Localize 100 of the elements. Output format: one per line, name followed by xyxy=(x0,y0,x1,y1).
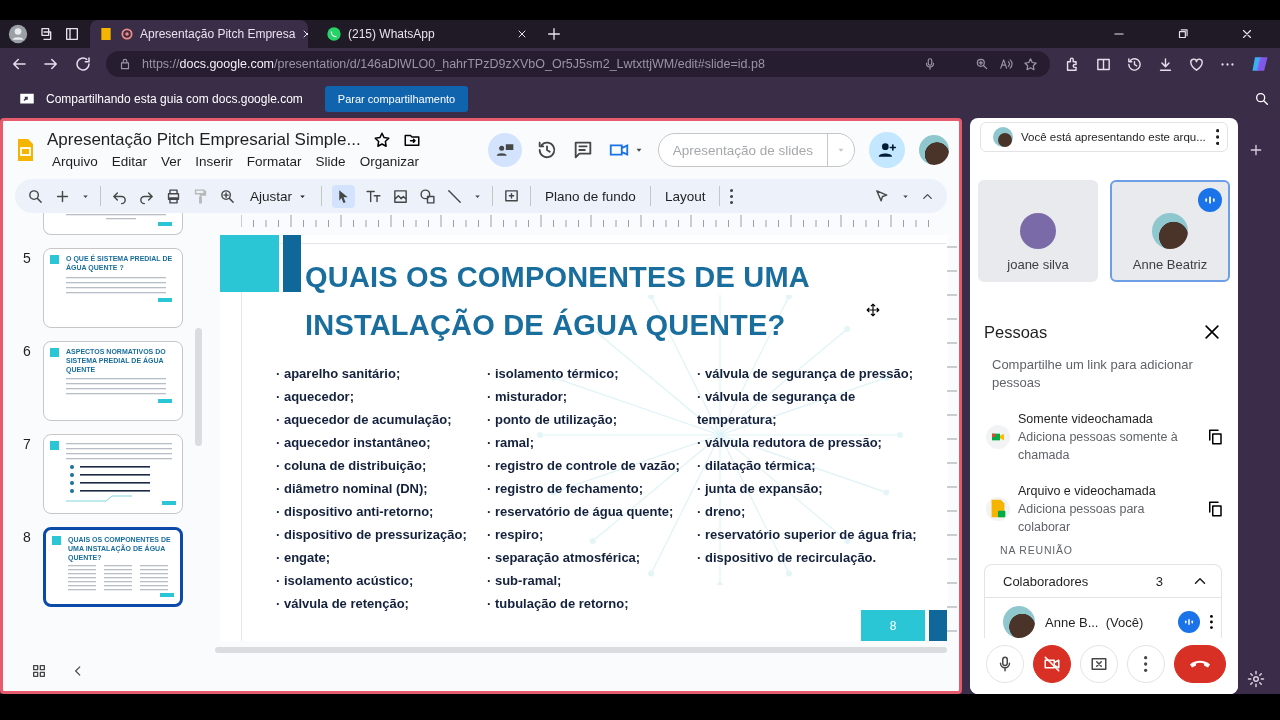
new-tab-icon[interactable] xyxy=(546,26,562,42)
list-item: · aparelho sanitário; xyxy=(276,365,402,383)
heart-icon[interactable] xyxy=(1188,55,1205,73)
option-title: Arquivo e videochamada xyxy=(1018,483,1157,500)
document-title[interactable]: Apresentação Pitch Empresarial Simple... xyxy=(47,130,361,150)
add-people-button[interactable] xyxy=(869,132,905,168)
list-item: · dispositivo de pressurização; xyxy=(276,526,468,544)
recording-icon xyxy=(120,27,134,41)
zoom-icon[interactable] xyxy=(975,57,989,71)
menu-item[interactable]: Slide xyxy=(310,153,351,170)
scrollbar[interactable] xyxy=(195,328,202,446)
menu-item[interactable]: Editar xyxy=(106,153,153,170)
grid-view-icon[interactable] xyxy=(31,663,47,679)
list-item: · sub-ramal; xyxy=(487,572,563,590)
share-hint: Compartilhe um link para adicionar pessoas xyxy=(992,356,1194,392)
panel-title: Pessoas xyxy=(984,322,1048,342)
search-icon[interactable] xyxy=(27,187,44,205)
meet-collaborate-button[interactable] xyxy=(487,133,522,167)
print-icon[interactable] xyxy=(165,187,182,205)
add-person-icon xyxy=(877,140,897,160)
list-item: · dreno; xyxy=(697,503,747,521)
list-item: · separação atmosférica; xyxy=(487,549,642,567)
option-description: Adiciona pessoas somente à chamada xyxy=(1018,429,1179,464)
browser-tab[interactable]: (215) WhatsApp xyxy=(318,20,536,48)
list-item: · reservatório superior de água fria; xyxy=(697,526,918,544)
add-icon[interactable] xyxy=(1248,142,1264,158)
accent-block xyxy=(52,536,61,545)
list-item: · aquecedor; xyxy=(276,388,355,406)
settings-icon[interactable] xyxy=(1247,670,1265,688)
menu-item[interactable]: Arquivo xyxy=(47,153,103,170)
read-aloud-icon[interactable] xyxy=(999,57,1013,71)
accent-block xyxy=(50,255,59,264)
microphone-icon[interactable] xyxy=(923,57,937,71)
list-item: · registro de fechamento; xyxy=(487,480,645,498)
tab-actions-icon[interactable] xyxy=(64,26,80,42)
collaborators-header[interactable]: Colaboradores 3 xyxy=(985,565,1221,598)
site-info-icon[interactable] xyxy=(118,57,132,71)
accent-block xyxy=(220,235,279,292)
scrollbar[interactable] xyxy=(215,647,947,653)
move-cursor-icon xyxy=(866,303,880,317)
more-icon[interactable] xyxy=(1215,129,1219,145)
list-item: · misturador; xyxy=(487,388,569,406)
star-icon[interactable] xyxy=(1023,56,1038,72)
url-path: /presentation/d/146aDlWLO0_hahrTPzD9zXVbO_Or5J5sm2_LwtxttjWM/edit#slide=id.p8 xyxy=(274,57,765,71)
participant-tile[interactable]: joane silva xyxy=(978,180,1098,282)
copilot-icon[interactable] xyxy=(1250,54,1270,74)
stop-sharing-button[interactable]: Parar compartilhamento xyxy=(324,86,469,112)
search-icon[interactable] xyxy=(1254,91,1270,107)
menu-item[interactable]: Organizar xyxy=(354,153,424,170)
menu-item[interactable]: Formatar xyxy=(241,153,307,170)
more-icon[interactable] xyxy=(730,188,734,204)
avatar xyxy=(1020,213,1056,249)
browser-tab[interactable]: Apresentação Pitch Empresa xyxy=(90,20,308,48)
download-icon[interactable] xyxy=(1157,55,1174,73)
slide-number: 5 xyxy=(23,249,32,268)
history-icon[interactable] xyxy=(1126,55,1143,73)
option-title: Somente videochamada xyxy=(1018,411,1154,428)
image-icon[interactable] xyxy=(392,187,410,205)
option-description: Adiciona pessoas para colaborar xyxy=(1018,501,1146,536)
copy-icon[interactable] xyxy=(1206,428,1224,446)
list-item: · válvula de retenção; xyxy=(276,595,410,613)
camera-button[interactable] xyxy=(1033,645,1071,683)
list-item: · diâmetro nominal (DN); xyxy=(276,480,429,498)
reload-icon[interactable] xyxy=(74,55,92,73)
microphone-button[interactable] xyxy=(986,645,1024,683)
hang-up-button[interactable] xyxy=(1174,645,1226,683)
zoom-icon[interactable] xyxy=(219,187,236,205)
background-button[interactable]: Plano de fundo xyxy=(541,186,640,206)
list-item: · aquecedor de acumulação; xyxy=(276,411,453,429)
phone-icon xyxy=(1190,660,1210,668)
list-item: · tubulação de retorno; xyxy=(487,595,630,613)
avatar xyxy=(1003,606,1035,638)
menu-item[interactable]: Ver xyxy=(156,153,187,170)
list-item: · registro de controle de vazão; xyxy=(487,457,681,475)
close-icon[interactable] xyxy=(1202,322,1222,342)
slide-title: QUAIS OS COMPONENTES DE UMA xyxy=(305,260,810,295)
copy-icon[interactable] xyxy=(1206,500,1224,518)
slide-thumbnail[interactable] xyxy=(43,213,183,235)
present-button[interactable] xyxy=(1080,645,1118,683)
close-icon[interactable] xyxy=(516,28,528,40)
restore-icon[interactable] xyxy=(1176,27,1190,41)
participant-tile[interactable]: Anne Beatriz xyxy=(1110,180,1230,282)
list-item: · válvula de segurança de temperatura; xyxy=(697,388,857,429)
profile-icon[interactable] xyxy=(8,24,28,44)
list-item: · isolamento térmico; xyxy=(487,365,620,383)
line-icon[interactable] xyxy=(446,187,464,205)
star-icon[interactable] xyxy=(372,131,391,149)
slide-thumbnail[interactable] xyxy=(43,434,183,514)
menu-item[interactable]: Inserir xyxy=(190,153,238,170)
close-icon[interactable] xyxy=(1240,27,1254,41)
list-item: · engate; xyxy=(276,549,332,567)
user-avatar[interactable] xyxy=(919,135,949,165)
shapes-icon[interactable] xyxy=(419,187,437,205)
address-bar[interactable]: https://docs.google.com/presentation/d/146aDlWLO0_hahrTPzD9zXVbO_Or5J5sm2_LwtxttjWM/edit#slide=id.p8 xyxy=(106,51,1050,77)
zoom-dropdown[interactable]: Ajustar xyxy=(246,186,312,206)
workspaces-icon[interactable] xyxy=(38,26,54,42)
accent-block xyxy=(50,441,59,450)
layout-button[interactable]: Layout xyxy=(660,186,710,206)
more-icon[interactable] xyxy=(1210,615,1213,629)
sharing-message: Compartilhando esta guia com docs.google.com xyxy=(46,92,303,106)
